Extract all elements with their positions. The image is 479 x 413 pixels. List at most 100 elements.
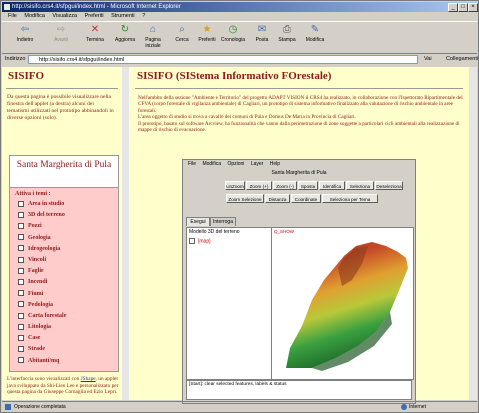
address-input[interactable]: http://sisifo.crs4.it/sfpgui/index.html [28, 55, 418, 64]
coordinates-button[interactable]: Coordinate [291, 194, 321, 203]
favorites-button[interactable]: ★ Preferiti [195, 25, 219, 51]
applet-menu-layer[interactable]: Layer [251, 161, 264, 167]
menu-file[interactable]: File [8, 13, 17, 19]
checkbox[interactable] [18, 312, 24, 319]
checkbox[interactable] [18, 256, 24, 263]
checkbox[interactable] [18, 290, 24, 297]
applet-menu-opzioni[interactable]: Opzioni [227, 161, 244, 167]
page-title: SISIFO (SIStema Informativo FOrestale) [137, 70, 332, 82]
layer-tree: Modello 3D del terreno [map] [186, 227, 272, 380]
zoom-selection-button[interactable]: Zoom Selezione [226, 194, 264, 203]
identify-button[interactable]: Identifica [319, 181, 345, 190]
checkbox[interactable] [18, 200, 24, 207]
applet-menu-help[interactable]: Help [270, 161, 280, 167]
layer-item[interactable]: Pedologia [18, 300, 66, 311]
layer-item[interactable]: Strade [18, 344, 66, 355]
layer-item[interactable]: Abitanti/mq [18, 356, 66, 367]
title-bar: http://sisifo.crs4.it/sfpgui/index.html … [2, 2, 478, 12]
checkbox[interactable] [18, 267, 24, 274]
layer-item[interactable]: Fiumi [18, 289, 66, 300]
pan-button[interactable]: Sposta [298, 181, 318, 190]
deselect-button[interactable]: Deseleziona [375, 181, 403, 190]
back-icon: ⇦ [20, 24, 30, 35]
left-footer: L'interfaccia sono visualizzati con JSha… [7, 376, 119, 395]
main-description: Nell'ambito della sezione "Ambiente e Te… [138, 95, 463, 134]
minimize-button[interactable]: _ [448, 3, 458, 12]
layer-item[interactable]: Vincoli [18, 255, 66, 266]
close-button[interactable]: × [468, 3, 478, 12]
left-scrollbar[interactable] [122, 67, 129, 400]
menu-visualizza[interactable]: Visualizza [52, 13, 77, 19]
links-button[interactable]: Collegamenti [446, 56, 478, 62]
refresh-icon: ↻ [120, 24, 130, 35]
select-by-theme-button[interactable]: Seleziona per Tema [322, 194, 378, 203]
applet-window: File Modifica Opzioni Layer Help Santa M… [182, 159, 416, 404]
forward-button[interactable]: ⇨ Avanti [46, 25, 76, 51]
checkbox[interactable] [18, 245, 24, 252]
go-button[interactable]: Vai [424, 56, 432, 62]
checkbox[interactable] [18, 278, 24, 285]
internet-zone-icon [401, 404, 407, 410]
maximize-button[interactable]: □ [458, 3, 468, 12]
menu-bar: File Modifica Visualizza Preferiti Strum… [2, 12, 477, 20]
stop-button[interactable]: ✕ Termina [82, 25, 108, 51]
jshape-link[interactable]: JShape [81, 376, 96, 382]
refresh-button[interactable]: ↻ Aggiorna [110, 25, 140, 51]
page-done-icon [5, 404, 11, 410]
zoom-out-button[interactable]: Zoom (-) [273, 181, 297, 190]
applet-menu-bar: File Modifica Opzioni Layer Help [183, 160, 415, 169]
layer-item[interactable]: Faglie [18, 266, 66, 277]
stop-icon: ✕ [90, 24, 100, 35]
main-divider [135, 88, 463, 89]
checkbox[interactable] [189, 238, 195, 244]
checkbox[interactable] [18, 346, 24, 353]
layer-panel-title: Santa Margherita di Pula [10, 156, 118, 188]
home-button[interactable]: ⌂ Pagina iniziale [140, 25, 166, 51]
print-button[interactable]: ⎙ Stampa [277, 25, 297, 51]
favorites-icon: ★ [202, 24, 212, 35]
edit-button[interactable]: ✎ Modifica [300, 25, 330, 51]
back-button[interactable]: ⇦ Indietro [10, 25, 40, 51]
tab-interroga[interactable]: Interroga [210, 217, 236, 226]
checkbox[interactable] [18, 323, 24, 330]
main-scrollbar[interactable] [469, 67, 477, 400]
left-description: Da questa pagina è possibile visualizzar… [7, 94, 114, 121]
layer-item[interactable]: Case [18, 333, 66, 344]
map-view[interactable]: Q_SHOW [271, 227, 414, 380]
tree-item[interactable]: [map] [189, 238, 211, 244]
layer-item[interactable]: Litologia [18, 322, 66, 333]
checkbox[interactable] [18, 301, 24, 308]
checkbox[interactable] [18, 211, 24, 218]
layer-item[interactable]: Pozzi [18, 221, 66, 232]
layer-item[interactable]: Idrogeologia [18, 244, 66, 255]
history-icon: ◷ [228, 24, 238, 35]
zoom-in-button[interactable]: Zoom (+) [246, 181, 272, 190]
mail-button[interactable]: ✉ Posta [253, 25, 271, 51]
left-frame: SISIFO Da questa pagina è possibile visu… [2, 67, 124, 400]
layer-item[interactable]: 3D del terreno [18, 210, 66, 221]
layer-item[interactable]: Area in studio [18, 199, 66, 210]
menu-help[interactable]: ? [142, 13, 145, 19]
checkbox[interactable] [18, 223, 24, 229]
tab-esegui[interactable]: Esegui [186, 217, 210, 226]
checkbox[interactable] [18, 234, 24, 241]
applet-menu-modifica[interactable]: Modifica [202, 161, 221, 167]
tree-root[interactable]: Modello 3D del terreno [189, 229, 240, 235]
status-text: Operazione completata [14, 404, 66, 410]
menu-modifica[interactable]: Modifica [24, 13, 44, 19]
menu-strumenti[interactable]: Strumenti [111, 13, 135, 19]
checkbox[interactable] [18, 334, 24, 341]
checkbox[interactable] [18, 357, 24, 364]
distance-button[interactable]: Distanza [265, 194, 290, 203]
menu-preferiti[interactable]: Preferiti [85, 13, 104, 19]
applet-menu-file[interactable]: File [188, 161, 196, 167]
search-button[interactable]: ⌕ Cerca [172, 25, 192, 51]
layer-item[interactable]: Carta forestale [18, 311, 66, 322]
layer-item[interactable]: Incendi [18, 277, 66, 288]
toolbar: ⇦ Indietro ⇨ Avanti ✕ Termina ↻ Aggiorna ⌂ Pa… [2, 21, 477, 54]
select-button[interactable]: Seleziona [346, 181, 374, 190]
unzoom-button[interactable]: UnZoom [225, 181, 245, 190]
layer-item[interactable]: Geologia [18, 233, 66, 244]
status-bar: Operazione completata Internet [2, 401, 477, 412]
history-button[interactable]: ◷ Cronologia [219, 25, 247, 51]
